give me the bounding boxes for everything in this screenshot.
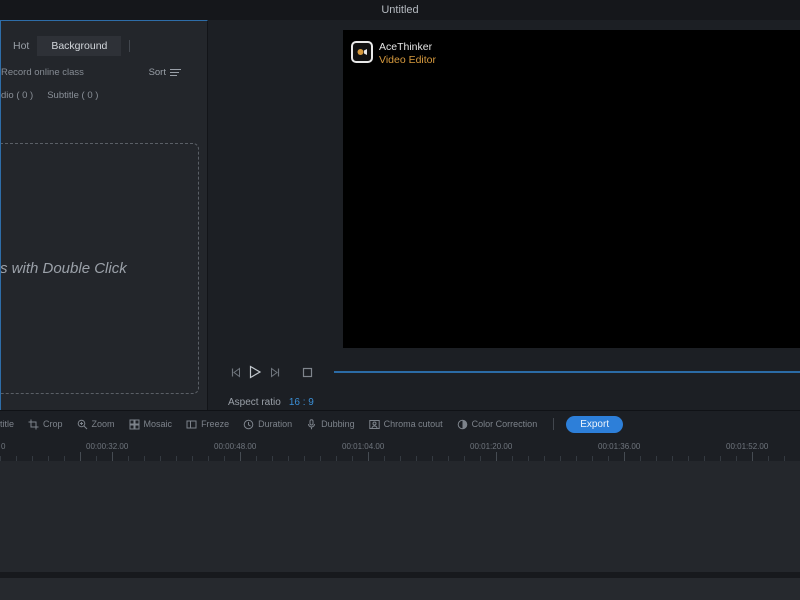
timeline-ruler[interactable]: 0 00:00:32.00 00:00:48.00 00:01:04.00 00… bbox=[0, 437, 800, 461]
crop-icon bbox=[28, 419, 39, 429]
previous-frame-button[interactable] bbox=[226, 363, 244, 381]
tool-crop[interactable]: Crop bbox=[28, 419, 63, 430]
tool-freeze[interactable]: Freeze bbox=[186, 419, 229, 430]
window-title: Untitled bbox=[381, 4, 419, 16]
aspect-ratio-value[interactable]: 16 : 9 bbox=[289, 397, 314, 408]
sort-icon bbox=[170, 67, 181, 78]
seek-bar[interactable] bbox=[334, 371, 800, 373]
mosaic-icon bbox=[129, 419, 140, 429]
app-window: Untitled Hot Background Record online cl… bbox=[0, 0, 800, 600]
tab-hot[interactable]: Hot bbox=[5, 36, 37, 56]
tool-mosaic[interactable]: Mosaic bbox=[129, 419, 173, 430]
tool-zoom[interactable]: Zoom bbox=[77, 419, 115, 430]
aspect-ratio-label: Aspect ratio bbox=[228, 396, 281, 408]
toolbar-divider bbox=[553, 418, 555, 430]
import-dropzone[interactable]: s with Double Click bbox=[0, 143, 199, 394]
tool-subtitle-label: title bbox=[0, 419, 15, 429]
dubbing-icon bbox=[308, 418, 316, 429]
brand-text: AceThinker Video Editor bbox=[379, 41, 436, 67]
freeze-icon bbox=[186, 420, 197, 428]
ruler-label: 00:01:36.00 bbox=[598, 442, 641, 451]
ruler-label: 0 bbox=[1, 442, 6, 451]
tab-audio-count[interactable]: dio ( 0 ) bbox=[1, 90, 33, 101]
play-button[interactable] bbox=[246, 363, 264, 381]
brand-product: Video Editor bbox=[379, 54, 437, 66]
library-subtabs: dio ( 0 ) Subtitle ( 0 ) bbox=[1, 85, 207, 105]
main-area: Hot Background Record online class Sort … bbox=[0, 20, 800, 410]
sort-label: Sort bbox=[148, 66, 166, 78]
tool-dubbing-label: Dubbing bbox=[321, 419, 355, 429]
tool-duration[interactable]: Duration bbox=[243, 419, 292, 430]
aspect-ratio-row: Aspect ratio 16 : 9 bbox=[228, 393, 800, 410]
ruler-label: 00:01:04.00 bbox=[342, 442, 385, 451]
tool-duration-label: Duration bbox=[258, 419, 293, 429]
zoom-icon bbox=[77, 419, 87, 429]
tool-color-correction[interactable]: Color Correction bbox=[457, 419, 538, 430]
tab-subtitle-count[interactable]: Subtitle ( 0 ) bbox=[47, 90, 98, 101]
tool-chroma-cutout-label: Chroma cutout bbox=[383, 419, 443, 429]
record-online-class-link[interactable]: Record online class bbox=[1, 67, 84, 78]
export-button[interactable]: Export bbox=[566, 415, 624, 433]
brand-block: AceThinker Video Editor bbox=[351, 41, 436, 67]
edit-toolbar: title Crop Zoom Mosaic Freeze Duration D… bbox=[0, 410, 800, 437]
dropzone-hint: s with Double Click bbox=[0, 260, 127, 277]
tab-background[interactable]: Background bbox=[37, 36, 122, 56]
tool-zoom-label: Zoom bbox=[91, 419, 115, 429]
tool-mosaic-label: Mosaic bbox=[143, 419, 173, 429]
tool-freeze-label: Freeze bbox=[201, 419, 230, 429]
ruler-label: 00:01:20.00 bbox=[470, 442, 513, 451]
brand-name: AceThinker bbox=[379, 41, 433, 53]
acethinker-logo-icon bbox=[351, 41, 373, 63]
tool-dubbing[interactable]: Dubbing bbox=[306, 418, 355, 430]
library-panel: Hot Background Record online class Sort … bbox=[0, 20, 208, 410]
tool-subtitle[interactable]: title bbox=[0, 419, 14, 429]
tool-color-correction-label: Color Correction bbox=[471, 419, 538, 429]
library-subheader: Record online class Sort bbox=[1, 59, 181, 85]
duration-icon bbox=[243, 419, 254, 429]
preview-panel: AceThinker Video Editor Aspect ratio 16 … bbox=[208, 20, 800, 410]
video-canvas: AceThinker Video Editor bbox=[343, 30, 800, 348]
stop-button[interactable] bbox=[298, 363, 316, 381]
tool-chroma-cutout[interactable]: Chroma cutout bbox=[368, 419, 443, 430]
ruler-label: 00:00:48.00 bbox=[214, 442, 257, 451]
library-tabs: Hot Background bbox=[5, 35, 207, 57]
transport-controls bbox=[226, 361, 800, 383]
next-frame-button[interactable] bbox=[266, 363, 284, 381]
color-correction-icon bbox=[457, 419, 467, 429]
tool-crop-label: Crop bbox=[43, 419, 63, 429]
timeline-track[interactable] bbox=[0, 461, 800, 572]
sort-button[interactable]: Sort bbox=[149, 67, 181, 78]
ruler-major-ticks bbox=[0, 452, 800, 461]
timeline-track[interactable] bbox=[0, 578, 800, 600]
chroma-cutout-icon bbox=[368, 419, 380, 429]
ruler-label: 00:00:32.00 bbox=[86, 442, 129, 451]
timeline-tracks bbox=[0, 461, 800, 600]
tab-divider bbox=[129, 40, 131, 52]
ruler-label: 00:01:52.00 bbox=[726, 442, 769, 451]
title-bar: Untitled bbox=[0, 0, 800, 20]
